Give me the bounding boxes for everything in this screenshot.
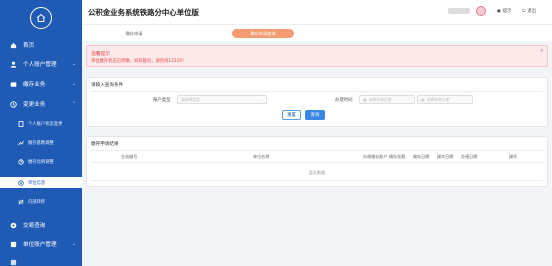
sidebar-item-label: 单位账户管理 xyxy=(23,242,57,248)
logo-icon xyxy=(30,7,52,29)
sidebar-item-more[interactable] xyxy=(0,258,82,266)
table-header: 缴存金额 xyxy=(389,154,406,159)
query-icon xyxy=(10,222,17,229)
top-header: 公积金业务系统铁路分中心单位版 ● 提示 ⏻ 退出 xyxy=(82,0,552,24)
sidebar-sub-label: 单位信息 xyxy=(28,180,46,186)
table-header: 单位名称 xyxy=(253,154,270,159)
query-card: 请输入查询条件 账户类型 请选择类型 ⌄ 办理时间 ▦ 选择开始日期 至 ▦ 选… xyxy=(86,77,548,127)
sidebar-item-deposit[interactable]: 缴存业务 ⌄ xyxy=(0,79,82,89)
account-type-placeholder: 请选择类型 xyxy=(181,96,200,102)
table-header-divider xyxy=(91,162,543,163)
table-header: 办理缴存账户 xyxy=(363,154,388,159)
table-header: 缴存日期 xyxy=(413,154,430,159)
sidebar-sub-transfer[interactable]: 内部转移 xyxy=(0,197,82,207)
sidebar-sub-label: 缴存比例调整 xyxy=(28,160,54,165)
sidebar-sub-label: 个人账户状态变更 xyxy=(28,122,63,127)
alert-message: 单位缴存状态已停缴，如有疑问，请咨询12329！ xyxy=(91,59,187,64)
calendar-icon: ▦ xyxy=(363,97,367,102)
more-icon xyxy=(10,259,17,266)
result-title: 缴存申请结果 xyxy=(91,142,119,147)
sidebar-item-home[interactable]: 首页 xyxy=(0,40,82,50)
tab-deposit-apply[interactable]: 缴存申请 xyxy=(112,29,156,38)
notice-label: 提示 xyxy=(502,9,512,14)
sidebar-sub-unit-info[interactable]: 单位信息 xyxy=(0,177,82,188)
sidebar-sub-ratio-adjust[interactable]: 缴存比例调整 xyxy=(0,157,82,167)
sidebar-item-label: 个人账户管理 xyxy=(23,62,57,68)
table-bottom-divider xyxy=(91,180,543,181)
user-name-redacted xyxy=(448,8,470,14)
home-icon xyxy=(10,42,17,49)
calendar-icon: ▦ xyxy=(421,97,425,102)
empty-state: 暂无数据 xyxy=(308,170,326,175)
app-title: 公积金业务系统铁路分中心单位版 xyxy=(88,7,199,17)
chevron-down-icon: ⌄ xyxy=(71,81,76,87)
table-header: 操作日期 xyxy=(437,154,454,159)
table-header: 业务编号 xyxy=(121,154,138,159)
sidebar-item-change[interactable]: 变更业务 ⌃ xyxy=(0,99,82,109)
sidebar-item-unit-account[interactable]: 单位账户管理 ⌄ xyxy=(0,239,82,249)
ratio-icon xyxy=(18,159,24,165)
chevron-down-icon: ⌄ xyxy=(71,61,76,67)
alert-title: 温馨提示 xyxy=(91,52,111,57)
sidebar-sub-label: 缴存基数调整 xyxy=(28,141,54,146)
table-header: 办理日期 xyxy=(461,154,478,159)
tab-deposit-query[interactable]: 缴存申请查询 xyxy=(232,29,294,38)
unit-icon xyxy=(18,179,24,186)
sidebar-item-transaction-query[interactable]: 交易查询 xyxy=(0,220,82,230)
end-date-input[interactable]: ▦ 选择结束日期 xyxy=(417,95,473,104)
logo-area xyxy=(0,0,82,36)
change-icon xyxy=(10,100,17,108)
account-type-select[interactable]: 请选择类型 ⌄ xyxy=(177,95,267,104)
sidebar-sub-label: 内部转移 xyxy=(28,200,46,205)
start-date-placeholder: 选择开始日期 xyxy=(368,96,392,102)
warning-alert: 温馨提示 单位缴存状态已停缴，如有疑问，请咨询12329！ × xyxy=(86,45,548,67)
account-type-label: 账户类型 xyxy=(153,98,171,103)
handle-time-label: 办理时间 xyxy=(335,98,353,103)
reset-button[interactable]: 重置 xyxy=(282,110,301,120)
bell-icon: ● xyxy=(497,8,501,14)
chevron-up-icon: ⌃ xyxy=(71,101,76,107)
sidebar-sub-personal-status[interactable]: 个人账户状态变更 xyxy=(0,119,82,129)
person-icon xyxy=(10,61,17,68)
divider xyxy=(91,91,543,92)
chevron-down-icon: ⌄ xyxy=(71,241,76,247)
deposit-icon xyxy=(10,81,17,88)
sidebar-item-label: 变更业务 xyxy=(23,102,46,108)
start-date-input[interactable]: ▦ 选择开始日期 xyxy=(359,95,415,104)
divider xyxy=(91,150,543,151)
sidebar-item-label: 缴存业务 xyxy=(23,82,46,88)
sidebar-item-label: 交易查询 xyxy=(23,223,46,229)
power-icon: ⏻ xyxy=(522,8,526,14)
tab-bar: 缴存申请 缴存申请查询 xyxy=(82,24,552,41)
doc-icon xyxy=(18,121,24,127)
search-button[interactable]: 查询 xyxy=(305,110,325,120)
avatar[interactable] xyxy=(476,6,486,16)
table-header: 操作 xyxy=(509,154,518,159)
sidebar: 首页 个人账户管理 ⌄ 缴存业务 ⌄ 变更业务 ⌃ 个人账户状态变更 缴存基数调… xyxy=(0,0,82,266)
chevron-down-icon: ⌄ xyxy=(259,97,263,102)
logout-label: 退出 xyxy=(527,9,536,14)
close-icon[interactable]: × xyxy=(540,48,544,54)
adjust-icon xyxy=(18,140,24,146)
end-date-placeholder: 选择结束日期 xyxy=(426,96,450,102)
sidebar-sub-base-adjust[interactable]: 缴存基数调整 xyxy=(0,138,82,148)
transfer-icon xyxy=(18,199,24,205)
logout-link[interactable]: ⏻ 退出 xyxy=(522,8,536,15)
result-card: 缴存申请结果 业务编号 单位名称 办理缴存账户 缴存金额 缴存日期 操作日期 办… xyxy=(86,136,548,187)
notice-link[interactable]: ● 提示 xyxy=(497,8,512,15)
sidebar-item-label: 首页 xyxy=(23,43,35,49)
query-title: 请输入查询条件 xyxy=(91,83,124,88)
account-icon xyxy=(10,241,17,248)
sidebar-item-personal-account[interactable]: 个人账户管理 ⌄ xyxy=(0,59,82,69)
